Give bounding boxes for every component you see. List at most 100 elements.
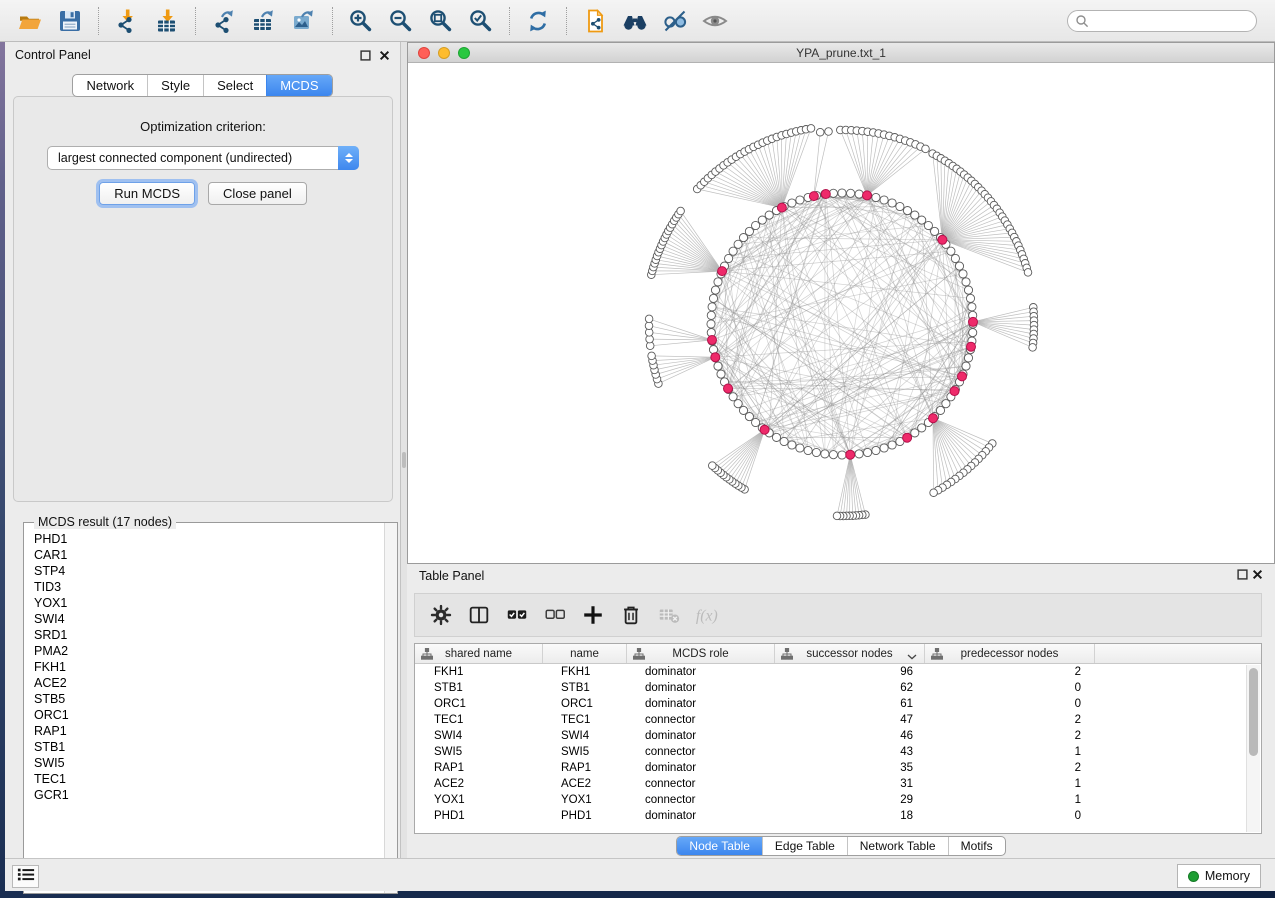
- table-row[interactable]: YOX1YOX1connector291: [415, 792, 1261, 808]
- network-node[interactable]: [711, 286, 719, 294]
- network-node[interactable]: [804, 446, 812, 454]
- network-node[interactable]: [888, 441, 896, 449]
- tab-motifs[interactable]: Motifs: [948, 837, 1005, 855]
- table-scrollbar[interactable]: [1246, 665, 1260, 832]
- network-node[interactable]: [962, 278, 970, 286]
- table-row[interactable]: ACE2ACE2connector311: [415, 776, 1261, 792]
- export-table-icon[interactable]: [247, 6, 281, 36]
- network-node[interactable]: [707, 320, 715, 328]
- splitter-handle[interactable]: [402, 452, 406, 468]
- network-node[interactable]: [872, 193, 880, 201]
- mcds-result-item[interactable]: TEC1: [34, 771, 383, 787]
- minimize-window-icon[interactable]: [438, 47, 450, 59]
- network-leaf-node[interactable]: [816, 128, 824, 136]
- column-header-predecessor-nodes[interactable]: predecessor nodes: [925, 644, 1095, 663]
- network-dominator-node[interactable]: [967, 342, 976, 351]
- network-dominator-node[interactable]: [938, 235, 947, 244]
- network-node[interactable]: [888, 199, 896, 207]
- graphics-details-icon[interactable]: [658, 6, 692, 36]
- network-leaf-node[interactable]: [648, 352, 656, 360]
- network-window-titlebar[interactable]: YPA_prune.txt_1: [408, 43, 1274, 63]
- network-node[interactable]: [918, 424, 926, 432]
- tab-mcds[interactable]: MCDS: [266, 75, 331, 96]
- mcds-result-item[interactable]: SWI4: [34, 611, 383, 627]
- network-node[interactable]: [765, 211, 773, 219]
- mcds-result-item[interactable]: SRD1: [34, 627, 383, 643]
- mcds-result-item[interactable]: PMA2: [34, 643, 383, 659]
- network-node[interactable]: [796, 444, 804, 452]
- network-node[interactable]: [903, 207, 911, 215]
- network-node[interactable]: [709, 294, 717, 302]
- import-table-icon[interactable]: [150, 6, 184, 36]
- network-node[interactable]: [942, 400, 950, 408]
- network-canvas[interactable]: [408, 63, 1274, 563]
- optimization-criterion-dropdown[interactable]: largest connected component (undirected): [47, 146, 359, 170]
- network-node[interactable]: [838, 189, 846, 197]
- network-node[interactable]: [880, 196, 888, 204]
- network-node[interactable]: [896, 202, 904, 210]
- add-row-icon[interactable]: [577, 599, 609, 631]
- zoom-out-icon[interactable]: [384, 6, 418, 36]
- network-node[interactable]: [788, 441, 796, 449]
- network-node[interactable]: [872, 446, 880, 454]
- network-node[interactable]: [758, 216, 766, 224]
- float-window-icon[interactable]: [360, 50, 371, 61]
- mcds-result-item[interactable]: STP4: [34, 563, 383, 579]
- save-icon[interactable]: [53, 6, 87, 36]
- network-dominator-node[interactable]: [809, 192, 818, 201]
- network-node[interactable]: [734, 240, 742, 248]
- network-node[interactable]: [847, 189, 855, 197]
- network-dominator-node[interactable]: [950, 387, 959, 396]
- network-node[interactable]: [829, 451, 837, 459]
- network-node[interactable]: [855, 450, 863, 458]
- mcds-result-item[interactable]: ORC1: [34, 707, 383, 723]
- mcds-result-item[interactable]: STB5: [34, 691, 383, 707]
- network-node[interactable]: [780, 437, 788, 445]
- network-node[interactable]: [964, 286, 972, 294]
- zoom-in-icon[interactable]: [344, 6, 378, 36]
- eye-icon[interactable]: [698, 6, 732, 36]
- network-node[interactable]: [955, 262, 963, 270]
- network-dominator-node[interactable]: [969, 317, 978, 326]
- settings-icon[interactable]: [425, 599, 457, 631]
- export-network-icon[interactable]: [207, 6, 241, 36]
- zoom-fit-icon[interactable]: [424, 6, 458, 36]
- table-row[interactable]: STB1STB1dominator620: [415, 680, 1261, 696]
- tab-node-table[interactable]: Node Table: [677, 837, 762, 855]
- network-node[interactable]: [864, 448, 872, 456]
- share-document-icon[interactable]: [578, 6, 612, 36]
- network-node[interactable]: [739, 406, 747, 414]
- column-header-MCDS-role[interactable]: MCDS role: [627, 644, 775, 663]
- network-node[interactable]: [962, 362, 970, 370]
- table-row[interactable]: FKH1FKH1dominator962: [415, 664, 1261, 680]
- network-leaf-node[interactable]: [1029, 344, 1037, 352]
- network-node[interactable]: [838, 451, 846, 459]
- export-image-icon[interactable]: [287, 6, 321, 36]
- network-node[interactable]: [918, 216, 926, 224]
- mcds-result-item[interactable]: RAP1: [34, 723, 383, 739]
- run-mcds-button[interactable]: Run MCDS: [99, 182, 195, 205]
- table-row[interactable]: SWI5SWI5connector431: [415, 744, 1261, 760]
- table-row[interactable]: ORC1ORC1dominator610: [415, 696, 1261, 712]
- column-header-shared-name[interactable]: shared name: [415, 644, 543, 663]
- mcds-result-item[interactable]: STB1: [34, 739, 383, 755]
- import-network-icon[interactable]: [110, 6, 144, 36]
- network-leaf-node[interactable]: [709, 462, 717, 470]
- network-dominator-node[interactable]: [777, 203, 786, 212]
- tab-select[interactable]: Select: [203, 75, 266, 96]
- network-dominator-node[interactable]: [958, 372, 967, 381]
- mcds-result-item[interactable]: ACE2: [34, 675, 383, 691]
- network-node[interactable]: [947, 247, 955, 255]
- network-dominator-node[interactable]: [863, 191, 872, 200]
- network-node[interactable]: [717, 370, 725, 378]
- network-node[interactable]: [729, 247, 737, 255]
- select-all-icon[interactable]: [501, 599, 533, 631]
- float-window-icon[interactable]: [1237, 569, 1248, 580]
- memory-button[interactable]: Memory: [1177, 864, 1261, 888]
- open-icon[interactable]: [13, 6, 47, 36]
- network-leaf-node[interactable]: [833, 512, 841, 520]
- network-node[interactable]: [969, 329, 977, 337]
- search-input[interactable]: [1067, 10, 1257, 32]
- column-header-name[interactable]: name: [543, 644, 627, 663]
- zoom-selected-icon[interactable]: [464, 6, 498, 36]
